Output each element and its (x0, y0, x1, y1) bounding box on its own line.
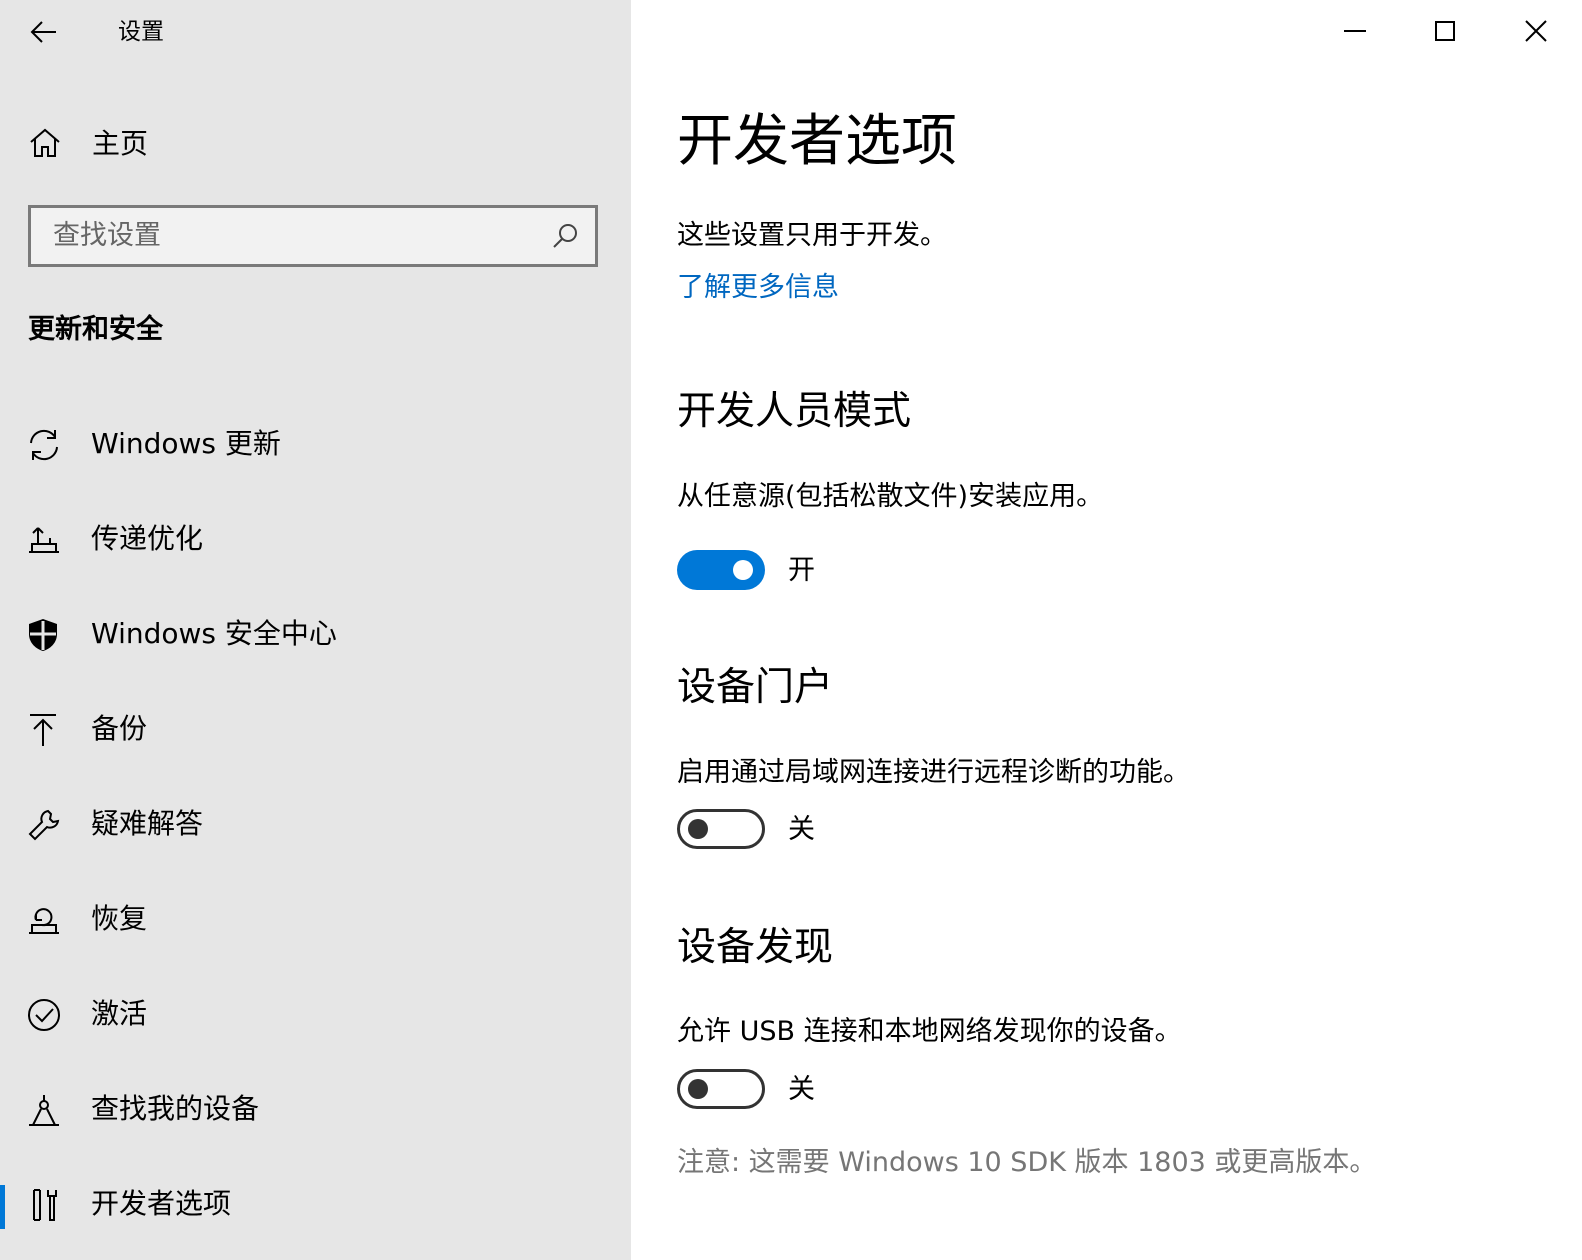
maximize-button[interactable] (1414, 0, 1476, 62)
back-arrow-icon (30, 21, 56, 43)
wrench-icon (28, 809, 60, 841)
learn-more-link[interactable]: 了解更多信息 (677, 270, 839, 306)
page-title: 开发者选项 (677, 109, 957, 174)
sidebar-item-label: 疑难解答 (91, 807, 204, 840)
maximize-icon (1435, 21, 1455, 41)
sidebar-item-home[interactable]: 主页 (0, 110, 631, 178)
developer-mode-state: 开 (788, 555, 815, 586)
toggle-knob (733, 560, 753, 580)
sync-icon (30, 429, 58, 461)
device-discovery-state: 关 (788, 1074, 815, 1105)
sidebar-item-label: Windows 安全中心 (91, 617, 337, 650)
sidebar-section-title: 更新和安全 (28, 314, 163, 345)
back-button[interactable] (22, 12, 66, 52)
sidebar-item-home-label: 主页 (92, 127, 149, 160)
app-title: 设置 (118, 19, 164, 45)
device-portal-state: 关 (788, 814, 815, 845)
sidebar: 设置 主页 查找设置 更新和安全 Windows 更新 传递优化 Windows… (0, 0, 631, 1260)
recovery-icon (29, 908, 59, 934)
shield-icon (29, 619, 57, 651)
sidebar-item-label: 查找我的设备 (91, 1092, 260, 1125)
device-discovery-description: 允许 USB 连接和本地网络发现你的设备。 (677, 1016, 1182, 1047)
check-circle-icon (28, 999, 60, 1031)
main-content: 开发者选项 这些设置只用于开发。 了解更多信息 开发人员模式 从任意源(包括松散… (631, 0, 1582, 1260)
sidebar-item-find-my-device[interactable]: 查找我的设备 (0, 1070, 631, 1150)
developer-mode-toggle[interactable] (677, 550, 765, 590)
toggle-knob (688, 1079, 708, 1099)
device-discovery-heading: 设备发现 (677, 925, 834, 970)
close-button[interactable] (1505, 0, 1567, 62)
device-portal-heading: 设备门户 (677, 665, 834, 710)
backup-arrow-icon (30, 714, 56, 746)
sidebar-item-windows-security[interactable]: Windows 安全中心 (0, 595, 631, 675)
sidebar-item-label: 传递优化 (91, 522, 204, 555)
sidebar-item-backup[interactable]: 备份 (0, 690, 631, 770)
sidebar-item-recovery[interactable]: 恢复 (0, 880, 631, 960)
sidebar-item-activation[interactable]: 激活 (0, 975, 631, 1055)
minimize-button[interactable] (1324, 0, 1386, 62)
developer-mode-heading: 开发人员模式 (677, 389, 912, 434)
device-portal-toggle[interactable] (677, 809, 765, 849)
home-icon (30, 128, 60, 157)
sidebar-item-developer-options[interactable]: 开发者选项 (0, 1165, 631, 1245)
developer-tools-icon (33, 1189, 57, 1221)
intro-text: 这些设置只用于开发。 (677, 220, 947, 251)
device-discovery-toggle[interactable] (677, 1069, 765, 1109)
sidebar-item-label: 恢复 (91, 902, 148, 935)
sdk-note: 注意: 这需要 Windows 10 SDK 版本 1803 或更高版本。 (677, 1147, 1377, 1178)
sidebar-item-label: Windows 更新 (91, 427, 281, 460)
developer-mode-description: 从任意源(包括松散文件)安装应用。 (677, 481, 1104, 512)
search-input[interactable]: 查找设置 (28, 205, 598, 267)
device-portal-description: 启用通过局域网连接进行远程诊断的功能。 (677, 757, 1190, 788)
close-icon (1525, 20, 1547, 42)
sidebar-item-windows-update[interactable]: Windows 更新 (0, 405, 631, 485)
delivery-optimization-icon (29, 527, 59, 553)
sidebar-item-troubleshoot[interactable]: 疑难解答 (0, 785, 631, 865)
search-icon (553, 224, 577, 248)
sidebar-item-delivery-optimization[interactable]: 传递优化 (0, 500, 631, 580)
toggle-knob (688, 819, 708, 839)
sidebar-item-label: 激活 (91, 997, 148, 1030)
search-placeholder: 查找设置 (53, 220, 161, 251)
find-device-icon (29, 1095, 59, 1126)
minimize-icon (1344, 30, 1366, 32)
sidebar-item-label: 开发者选项 (91, 1187, 232, 1220)
sidebar-item-label: 备份 (91, 712, 148, 745)
